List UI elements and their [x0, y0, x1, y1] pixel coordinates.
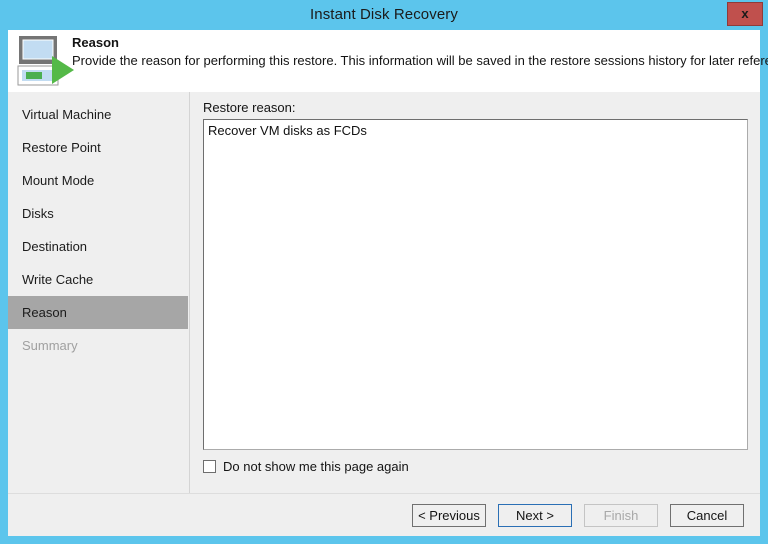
- close-icon[interactable]: x: [727, 2, 763, 26]
- next-button[interactable]: Next >: [498, 504, 572, 527]
- sidebar-item-destination[interactable]: Destination: [8, 230, 188, 263]
- dialog-client-area: Reason Provide the reason for performing…: [8, 30, 760, 536]
- disk-recovery-icon: [14, 34, 76, 88]
- dialog-window: Instant Disk Recovery x Reason P: [0, 0, 768, 544]
- restore-reason-value: Recover VM disks as FCDs: [208, 123, 367, 138]
- sidebar-item-mount-mode[interactable]: Mount Mode: [8, 164, 188, 197]
- restore-reason-input[interactable]: Recover VM disks as FCDs: [203, 119, 748, 450]
- sidebar-item-summary: Summary: [8, 329, 188, 362]
- main-pane: Restore reason: Recover VM disks as FCDs…: [191, 92, 760, 493]
- previous-button[interactable]: < Previous: [412, 504, 486, 527]
- dialog-header: Reason Provide the reason for performing…: [8, 30, 760, 92]
- dialog-body: Virtual Machine Restore Point Mount Mode…: [8, 92, 760, 493]
- title-bar: Instant Disk Recovery x: [0, 0, 768, 30]
- dialog-footer: < Previous Next > Finish Cancel: [8, 493, 760, 536]
- page-description: Provide the reason for performing this r…: [72, 53, 768, 68]
- cancel-button[interactable]: Cancel: [670, 504, 744, 527]
- finish-button: Finish: [584, 504, 658, 527]
- page-title: Reason: [72, 35, 119, 50]
- sidebar-item-disks[interactable]: Disks: [8, 197, 188, 230]
- wizard-step-list: Virtual Machine Restore Point Mount Mode…: [8, 92, 190, 493]
- do-not-show-again-checkbox[interactable]: [203, 460, 216, 473]
- do-not-show-again-label: Do not show me this page again: [223, 459, 409, 474]
- sidebar-item-write-cache[interactable]: Write Cache: [8, 263, 188, 296]
- restore-reason-label: Restore reason:: [203, 100, 296, 115]
- sidebar-item-virtual-machine[interactable]: Virtual Machine: [8, 98, 188, 131]
- sidebar-item-restore-point[interactable]: Restore Point: [8, 131, 188, 164]
- sidebar-item-reason[interactable]: Reason: [8, 296, 188, 329]
- window-title: Instant Disk Recovery: [0, 0, 768, 30]
